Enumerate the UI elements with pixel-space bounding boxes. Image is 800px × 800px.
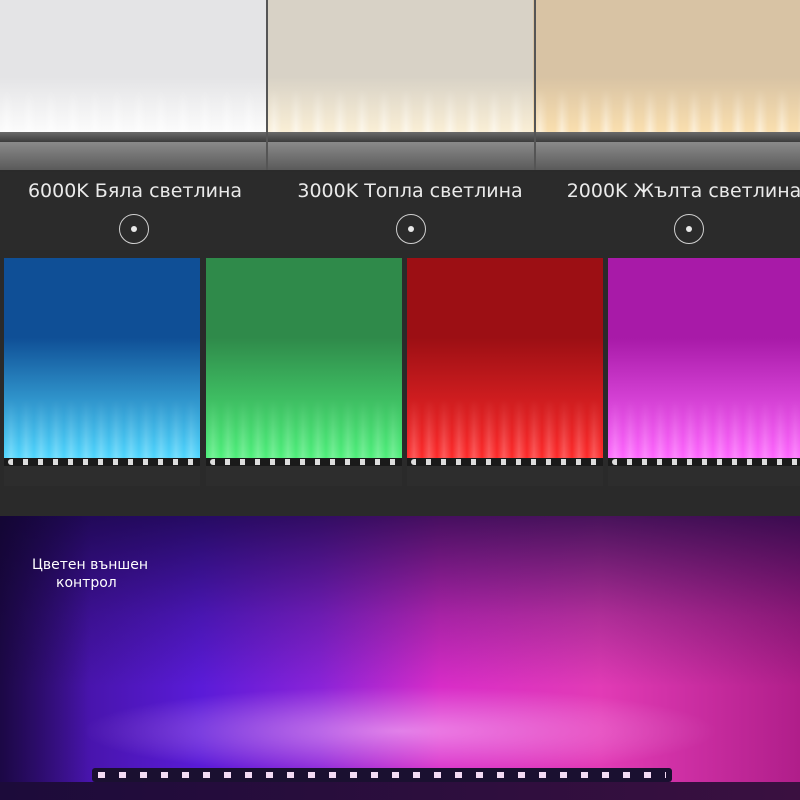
ground bbox=[407, 466, 603, 486]
light-glow bbox=[4, 398, 200, 460]
color-control-label-line1: Цветен външен bbox=[32, 557, 148, 573]
light-rays bbox=[533, 88, 800, 134]
led-row bbox=[8, 459, 196, 465]
floor bbox=[533, 142, 800, 170]
led-row bbox=[411, 459, 599, 465]
ground bbox=[0, 782, 800, 800]
ground bbox=[608, 466, 800, 486]
photo-red bbox=[407, 258, 603, 486]
color-photo-row bbox=[0, 256, 800, 488]
floor bbox=[0, 142, 267, 170]
photo-3000k bbox=[266, 0, 534, 170]
light-rays bbox=[266, 88, 534, 134]
light-hotspot bbox=[80, 686, 720, 776]
radio-dot-icon bbox=[119, 214, 149, 244]
radio-dot-icon bbox=[396, 214, 426, 244]
photo-2000k bbox=[533, 0, 800, 170]
light-glow bbox=[407, 398, 603, 460]
temperature-photo-row bbox=[0, 0, 800, 170]
ground bbox=[206, 466, 402, 486]
color-control-label-line2: контрол bbox=[56, 575, 117, 591]
ground bbox=[4, 466, 200, 486]
led-row bbox=[612, 459, 800, 465]
led-fixture bbox=[0, 132, 267, 142]
light-rays bbox=[0, 88, 267, 134]
photo-blue bbox=[4, 258, 200, 486]
photo-magenta bbox=[608, 258, 800, 486]
led-row bbox=[210, 459, 398, 465]
label-2000k: 2000K Жълта светлина bbox=[566, 180, 800, 202]
light-glow bbox=[608, 398, 800, 460]
panel-divider bbox=[266, 0, 268, 170]
floor bbox=[266, 142, 534, 170]
photo-6000k bbox=[0, 0, 267, 170]
light-glow bbox=[206, 398, 402, 460]
led-row bbox=[98, 772, 666, 778]
panel-divider bbox=[534, 0, 536, 170]
label-3000k: 3000K Топла светлина bbox=[297, 180, 523, 202]
led-fixture bbox=[266, 132, 534, 142]
temperature-labels: 6000K Бяла светлина 3000K Топла светлина… bbox=[0, 172, 800, 250]
led-fixture bbox=[533, 132, 800, 142]
label-6000k: 6000K Бяла светлина bbox=[27, 180, 243, 202]
radio-dot-icon bbox=[674, 214, 704, 244]
color-control-label: Цветен външен контрол bbox=[32, 556, 172, 592]
photo-green bbox=[206, 258, 402, 486]
